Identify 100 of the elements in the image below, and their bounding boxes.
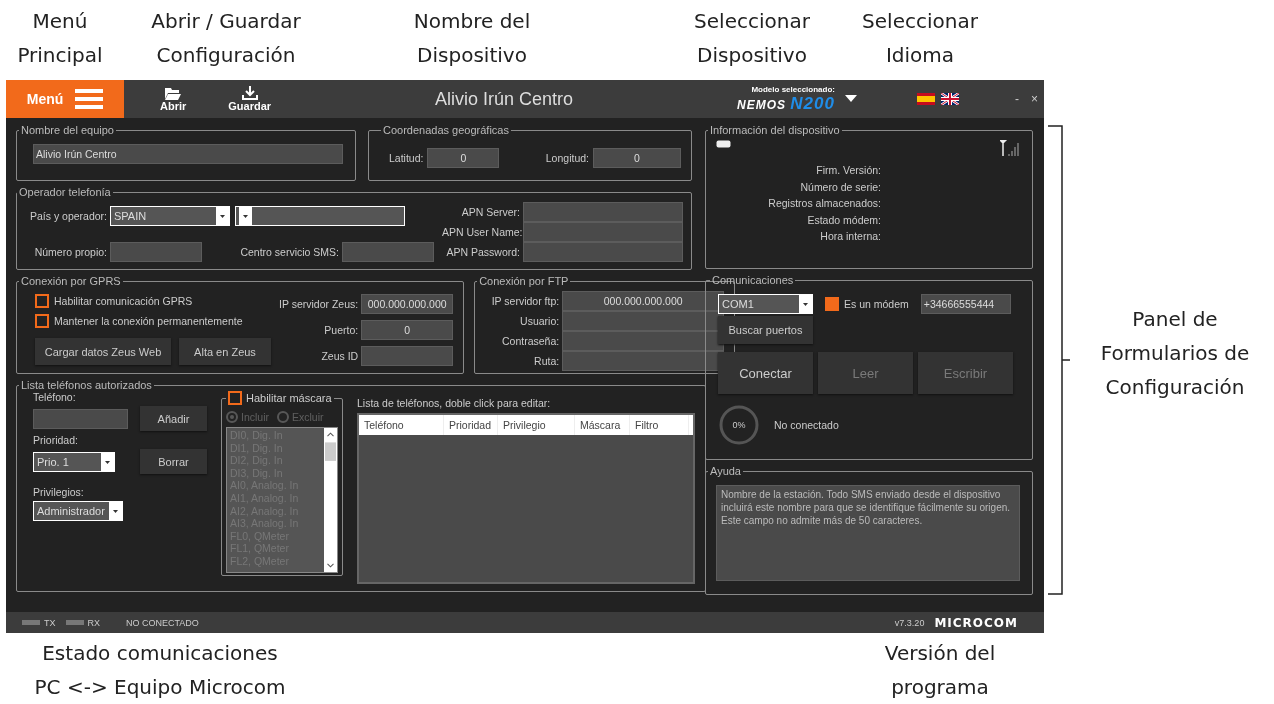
column-header[interactable]: Privilegio bbox=[498, 415, 575, 435]
text-field[interactable] bbox=[342, 242, 434, 262]
action-button[interactable]: Alta en Zeus bbox=[179, 338, 271, 365]
section-title: Nombre del equipo bbox=[20, 124, 115, 136]
text-field[interactable] bbox=[523, 202, 683, 222]
indicator-label: TX bbox=[44, 617, 56, 628]
field-label: Estado módem: bbox=[807, 213, 881, 226]
indicator-label: RX bbox=[87, 617, 101, 628]
field-label: Ruta: bbox=[533, 355, 560, 367]
progress-label: 0% bbox=[732, 420, 746, 430]
field-label: Centro servicio SMS: bbox=[239, 246, 339, 258]
caret-icon bbox=[799, 295, 812, 313]
field-label: Privilegios: bbox=[33, 486, 85, 498]
open-button[interactable]: Abrir bbox=[160, 86, 187, 112]
help-text-area: Nombre de la estación. Todo SMS enviado desde el dispositivo incluirá este nombre para que se identifique fácilmente su origen. Este campo no admite más de 50 caracteres. bbox=[716, 485, 1020, 581]
field-label: Latitud: bbox=[389, 152, 424, 164]
callout-label: Nombre del Dispositivo bbox=[413, 8, 531, 69]
checkbox[interactable] bbox=[35, 314, 49, 328]
section-title: Conexión por FTP bbox=[478, 275, 570, 287]
field-label: Teléfono: bbox=[33, 391, 77, 403]
text-field[interactable] bbox=[562, 351, 725, 371]
section-title: Comunicaciones bbox=[711, 274, 795, 286]
version-label: v7.3.20 bbox=[894, 617, 925, 628]
text-field[interactable] bbox=[562, 311, 725, 331]
section-title: Ayuda bbox=[709, 465, 742, 477]
dropdown[interactable]: SPAIN bbox=[110, 206, 230, 226]
column-header[interactable]: Filtro bbox=[630, 415, 689, 435]
connection-status: NO CONECTADO bbox=[126, 617, 199, 628]
table-caption: Lista de teléfonos, doble click para editar: bbox=[357, 397, 552, 409]
field-label: Puerto: bbox=[323, 324, 359, 336]
signal-icon bbox=[1000, 140, 1022, 156]
section-title: Lista teléfonos autorizados bbox=[20, 379, 153, 391]
scrollbar[interactable] bbox=[324, 428, 337, 572]
action-button[interactable]: Cargar datos Zeus Web bbox=[35, 338, 171, 365]
field-label: APN User Name: bbox=[442, 226, 520, 238]
field-label: APN Password: bbox=[445, 246, 520, 258]
dropdown[interactable]: Prio. 1 bbox=[33, 451, 115, 472]
window-title: Alivio Irún Centro bbox=[434, 88, 575, 110]
section-title: Conexión por GPRS bbox=[20, 275, 122, 287]
save-button[interactable]: Guardar bbox=[228, 86, 272, 112]
caret-icon bbox=[239, 207, 252, 225]
caret-icon bbox=[845, 95, 857, 103]
device-selector[interactable]: Modelo seleccionado: NEMOS N200 bbox=[737, 84, 857, 114]
dropdown[interactable]: Administrador bbox=[33, 501, 123, 521]
field-label: Longitud: bbox=[545, 152, 589, 164]
section-title: Información del dispositivo bbox=[709, 124, 841, 136]
section-title: Coordenadas geográficas bbox=[382, 124, 510, 136]
dropdown[interactable] bbox=[235, 206, 405, 226]
phone-field[interactable]: +34666555444 bbox=[920, 294, 1011, 314]
company-logo: MICROCOM bbox=[934, 615, 1018, 630]
field-label: Zeus ID bbox=[320, 350, 359, 362]
callout-label: Panel de Formularios de Configuración bbox=[1100, 306, 1250, 401]
text-field[interactable]: 0 bbox=[361, 320, 454, 340]
field-label: Usuario: bbox=[519, 315, 560, 327]
text-field[interactable] bbox=[562, 331, 725, 351]
field-label: Prioridad: bbox=[33, 434, 79, 446]
battery-icon bbox=[716, 140, 732, 148]
field-label: Registros almacenados: bbox=[768, 197, 881, 209]
callout-label: Estado comunicaciones PC <-> Equipo Microcom bbox=[34, 640, 286, 701]
action-button[interactable]: Conectar bbox=[718, 352, 813, 394]
column-header[interactable]: Teléfono bbox=[359, 415, 444, 435]
column-header[interactable]: Prioridad bbox=[444, 415, 498, 435]
caret-icon bbox=[216, 207, 229, 225]
checkbox-label: Habilitar máscara bbox=[246, 392, 332, 404]
checkbox[interactable] bbox=[35, 294, 49, 308]
delete-button[interactable]: Borrar bbox=[140, 449, 207, 474]
text-field[interactable] bbox=[523, 242, 683, 262]
download-icon bbox=[241, 86, 258, 100]
checkbox[interactable] bbox=[825, 297, 839, 311]
field-label: Contraseña: bbox=[500, 335, 560, 347]
text-field[interactable] bbox=[523, 222, 683, 242]
column-header[interactable]: Máscara bbox=[575, 415, 630, 435]
text-field[interactable]: 000.000.000.000 bbox=[361, 294, 454, 314]
minimize-button[interactable]: - bbox=[1009, 92, 1025, 106]
field-label: Número propio: bbox=[33, 246, 107, 258]
phone-field[interactable] bbox=[33, 408, 128, 429]
callout-label: Seleccionar Dispositivo bbox=[694, 8, 810, 69]
folder-icon bbox=[165, 86, 182, 100]
name-field[interactable]: Alivio Irún Centro bbox=[33, 144, 343, 164]
checkbox-label: Habilitar comunicación GPRS bbox=[54, 295, 193, 307]
coordinate-field[interactable]: 0 bbox=[427, 148, 500, 168]
field-label: Firm. Versión: bbox=[816, 164, 881, 176]
field-label: Número de serie: bbox=[800, 180, 881, 193]
callout-label: Menú Principal bbox=[17, 8, 103, 69]
text-field[interactable] bbox=[110, 242, 202, 262]
section-title: Operador telefonía bbox=[18, 186, 112, 198]
close-button[interactable]: × bbox=[1025, 92, 1044, 106]
text-field[interactable] bbox=[361, 346, 454, 366]
coordinate-field[interactable]: 0 bbox=[593, 148, 681, 168]
callout-label: Versión del programa bbox=[884, 640, 996, 701]
checkbox-label: Es un módem bbox=[844, 298, 909, 310]
field-label: IP servidor ftp: bbox=[490, 295, 560, 307]
caret-icon bbox=[109, 502, 122, 520]
field-label: APN Server: bbox=[460, 206, 520, 218]
connection-status: No conectado bbox=[774, 419, 839, 431]
add-button[interactable]: Añadir bbox=[140, 406, 207, 431]
callout-label: Seleccionar Idioma bbox=[862, 8, 978, 69]
flag-icon[interactable] bbox=[941, 93, 959, 105]
menu-icon bbox=[75, 88, 104, 110]
callout-label: Abrir / Guardar Configuración bbox=[151, 8, 301, 69]
